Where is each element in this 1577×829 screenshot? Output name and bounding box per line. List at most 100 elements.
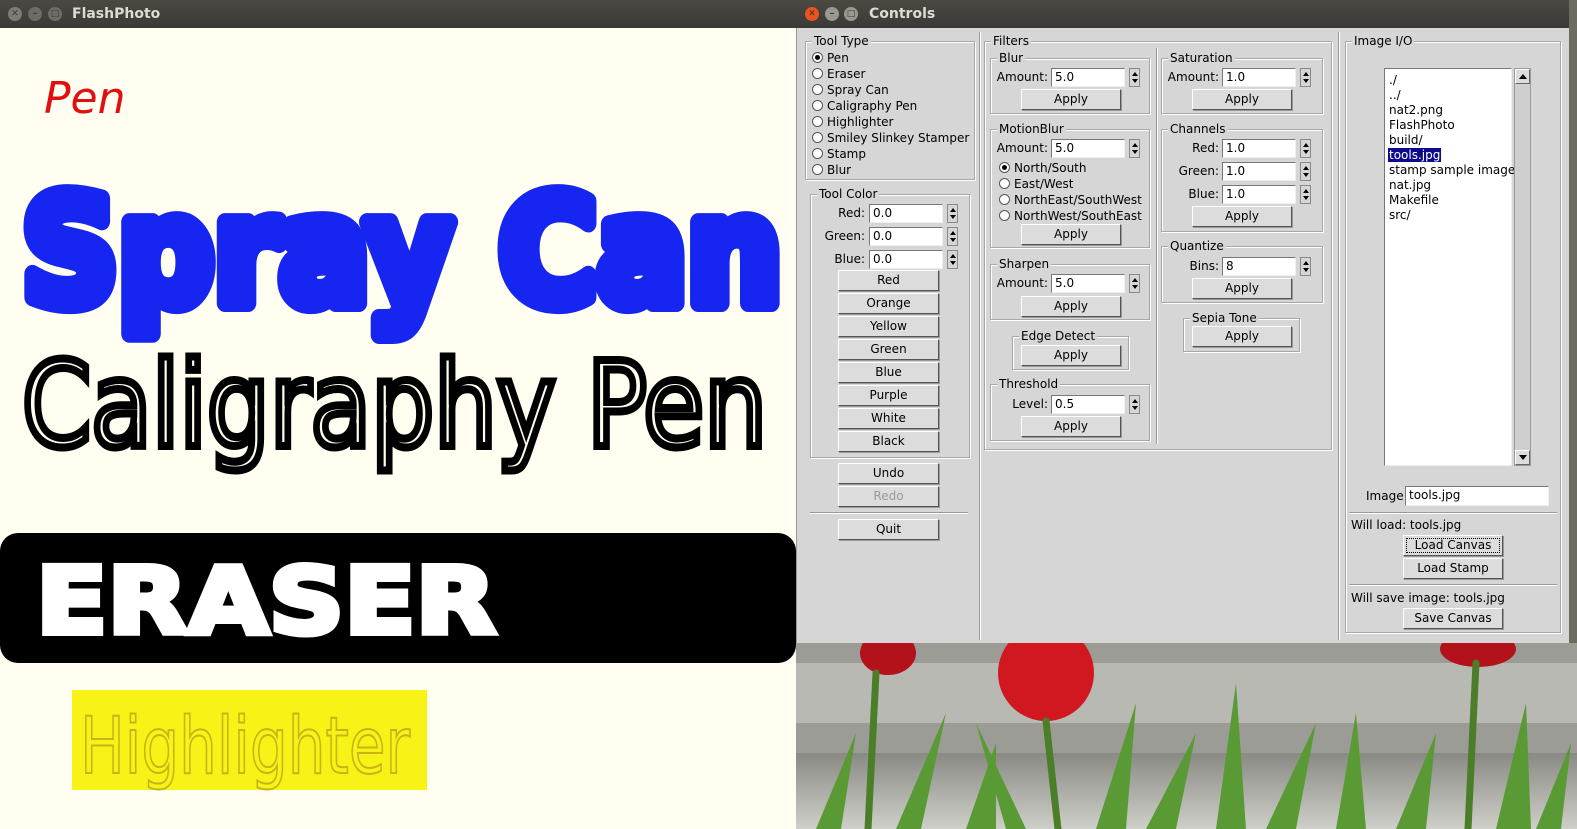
drawing-canvas[interactable]: Pen Spray Can Caligraphy Pen ERASER High… (0, 28, 796, 829)
tool-red-input[interactable]: 0.0 (869, 204, 943, 223)
motion-direction-radio[interactable] (999, 194, 1010, 205)
tool-option-label[interactable]: Spray Can (827, 83, 889, 97)
highlighter-stroke-text: Highlighter (80, 702, 411, 792)
tool-option-label[interactable]: Pen (827, 51, 849, 65)
saturation-amount-spinner[interactable] (1300, 68, 1311, 87)
color-swatch-button[interactable]: Red (838, 270, 939, 291)
will-load-text: Will load: tools.jpg (1351, 518, 1462, 532)
maximize-icon[interactable]: □ (48, 7, 62, 21)
will-save-text: Will save image: tools.jpg (1351, 591, 1505, 605)
threshold-apply-button[interactable]: Apply (1021, 416, 1121, 437)
tool-option-label[interactable]: Eraser (827, 67, 865, 81)
channels-red-spinner[interactable] (1300, 139, 1311, 158)
file-list-item[interactable]: FlashPhoto (1388, 118, 1456, 132)
color-swatch-button[interactable]: White (838, 408, 939, 429)
sharpen-amount-label: Amount: (996, 276, 1048, 290)
file-list-item[interactable]: nat.jpg (1388, 178, 1432, 192)
color-swatch-button[interactable]: Green (838, 339, 939, 360)
tool-blue-spinner[interactable] (947, 250, 958, 269)
blur-apply-button[interactable]: Apply (1021, 89, 1121, 110)
threshold-level-spinner[interactable] (1129, 395, 1140, 414)
channels-apply-button[interactable]: Apply (1192, 206, 1292, 227)
tool-blue-input[interactable]: 0.0 (869, 250, 943, 269)
quantize-bins-spinner[interactable] (1300, 257, 1311, 276)
channels-blue-input[interactable]: 1.0 (1222, 185, 1296, 204)
motion-direction-label[interactable]: East/West (1014, 177, 1073, 191)
sharpen-amount-spinner[interactable] (1129, 274, 1140, 293)
file-list-item[interactable]: build/ (1388, 133, 1424, 147)
file-list-item[interactable]: ./ (1388, 73, 1398, 87)
maximize-icon[interactable]: □ (844, 7, 858, 21)
controls-titlebar[interactable]: ✕ – □ Controls (796, 0, 1569, 28)
close-icon[interactable]: ✕ (805, 7, 819, 21)
motion-direction-radio[interactable] (999, 178, 1010, 189)
color-swatch-button[interactable]: Black (838, 431, 939, 452)
redo-button[interactable]: Redo (838, 486, 939, 507)
tool-radio[interactable] (812, 100, 823, 111)
undo-button[interactable]: Undo (838, 463, 939, 484)
tool-green-input[interactable]: 0.0 (869, 227, 943, 246)
sharpen-apply-button[interactable]: Apply (1021, 296, 1121, 317)
tool-radio[interactable] (812, 148, 823, 159)
saturation-apply-button[interactable]: Apply (1192, 89, 1292, 110)
quantize-bins-input[interactable]: 8 (1222, 257, 1296, 276)
sharpen-amount-input[interactable]: 5.0 (1051, 274, 1125, 293)
blur-amount-spinner[interactable] (1129, 68, 1140, 87)
color-swatch-button[interactable]: Orange (838, 293, 939, 314)
color-swatch-button[interactable]: Purple (838, 385, 939, 406)
saturation-amount-input[interactable]: 1.0 (1222, 68, 1296, 87)
color-swatch-button[interactable]: Blue (838, 362, 939, 383)
motion-direction-radio[interactable] (999, 210, 1010, 221)
motion-direction-radio[interactable] (999, 162, 1010, 173)
tool-radio[interactable] (812, 132, 823, 143)
scroll-down-icon[interactable] (1515, 450, 1530, 465)
tool-red-spinner[interactable] (947, 204, 958, 223)
quit-button[interactable]: Quit (838, 519, 939, 540)
channels-red-input[interactable]: 1.0 (1222, 139, 1296, 158)
scroll-up-icon[interactable] (1515, 69, 1530, 84)
tool-radio[interactable] (812, 52, 823, 63)
threshold-level-input[interactable]: 0.5 (1051, 395, 1125, 414)
file-list-item[interactable]: stamp sample image. (1388, 163, 1520, 177)
save-canvas-button[interactable]: Save Canvas (1403, 608, 1503, 629)
sepia-apply-button[interactable]: Apply (1192, 326, 1292, 347)
motion-blur-apply-button[interactable]: Apply (1021, 224, 1121, 245)
channels-blue-spinner[interactable] (1300, 185, 1311, 204)
channels-green-input[interactable]: 1.0 (1222, 162, 1296, 181)
motion-direction-label[interactable]: NorthWest/SouthEast (1014, 209, 1142, 223)
tool-option-label[interactable]: Caligraphy Pen (827, 99, 917, 113)
file-list-item[interactable]: ../ (1388, 88, 1402, 102)
file-list[interactable]: ./../nat2.png FlashPhoto build/tools.jpg st… (1384, 68, 1519, 466)
tool-option-label[interactable]: Highlighter (827, 115, 894, 129)
tool-option-label[interactable]: Smiley Slinkey Stamper (827, 131, 969, 145)
file-list-item[interactable]: Makefile (1388, 193, 1440, 207)
flashphoto-titlebar[interactable]: ✕ – □ FlashPhoto (0, 0, 796, 28)
minimize-icon[interactable]: – (825, 7, 839, 21)
tool-option-label[interactable]: Blur (827, 163, 851, 177)
minimize-icon[interactable]: – (28, 7, 42, 21)
close-icon[interactable]: ✕ (8, 7, 22, 21)
file-list-item[interactable]: src/ (1388, 208, 1412, 222)
load-canvas-button[interactable]: Load Canvas (1403, 535, 1503, 556)
file-list-scrollbar[interactable] (1514, 68, 1531, 466)
quantize-legend: Quantize (1168, 239, 1226, 253)
tool-radio[interactable] (812, 84, 823, 95)
tool-radio[interactable] (812, 116, 823, 127)
file-list-item[interactable]: nat2.png (1388, 103, 1444, 117)
quantize-apply-button[interactable]: Apply (1192, 278, 1292, 299)
tool-radio[interactable] (812, 164, 823, 175)
tool-green-spinner[interactable] (947, 227, 958, 246)
blur-amount-input[interactable]: 5.0 (1051, 68, 1125, 87)
edge-detect-apply-button[interactable]: Apply (1021, 345, 1121, 366)
channels-green-spinner[interactable] (1300, 162, 1311, 181)
tool-option-label[interactable]: Stamp (827, 147, 866, 161)
load-stamp-button[interactable]: Load Stamp (1403, 558, 1503, 579)
motion-blur-amount-spinner[interactable] (1129, 139, 1140, 158)
image-filename-input[interactable]: tools.jpg (1405, 486, 1549, 506)
tool-radio[interactable] (812, 68, 823, 79)
motion-direction-label[interactable]: NorthEast/SouthWest (1014, 193, 1142, 207)
file-list-item[interactable]: tools.jpg (1388, 148, 1442, 162)
color-swatch-button[interactable]: Yellow (838, 316, 939, 337)
motion-blur-amount-input[interactable]: 5.0 (1051, 139, 1125, 158)
motion-direction-label[interactable]: North/South (1014, 161, 1086, 175)
